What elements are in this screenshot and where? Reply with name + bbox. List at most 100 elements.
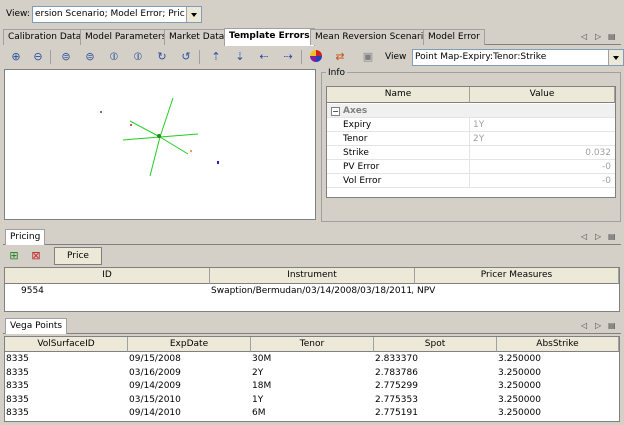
vega-points-table: VolSurfaceID ExpDate Tenor Spot AbsStrik… (4, 336, 620, 422)
vega-col-expdate[interactable]: ExpDate (128, 337, 251, 352)
tab-mean-reversion-scenario[interactable]: Mean Reversion Scenario (310, 29, 434, 45)
vega-col-tenor[interactable]: Tenor (251, 337, 374, 352)
cell-volsurfaceid: 8335 (6, 395, 29, 405)
move-right-icon[interactable]: ⇢ (280, 49, 296, 65)
cell-spot: 2.783786 (375, 368, 418, 378)
zoom-out-icon[interactable]: ⊖ (30, 49, 46, 65)
pricing-col-instrument[interactable]: Instrument (210, 268, 415, 284)
group-label: Axes (343, 106, 368, 116)
view-bar: View: ersion Scenario; Model Error; Pric… (0, 0, 624, 28)
origin-point (157, 134, 161, 138)
toolbar-separator (50, 50, 51, 64)
cell-tenor: 1Y (252, 395, 264, 405)
move-up-icon[interactable]: ⇡ (208, 49, 224, 65)
tab-model-parameters[interactable]: Model Parameters (80, 29, 172, 45)
tab-market-data[interactable]: Market Data (164, 29, 230, 45)
cell-volsurfaceid: 8335 (6, 354, 29, 364)
vega-col-spot[interactable]: Spot (374, 337, 497, 352)
info-value: -0 (602, 176, 611, 186)
cell-tenor: 30M (252, 354, 272, 364)
chevron-down-icon[interactable] (186, 7, 201, 22)
cell-absstrike: 3.250000 (498, 395, 541, 405)
table-row[interactable]: 8335 03/16/2009 2Y 2.783786 3.250000 (5, 367, 619, 380)
collapse-icon[interactable]: − (331, 107, 340, 116)
cell-tenor: 18M (252, 381, 272, 391)
info-row-strike[interactable]: Strike 0.032 (327, 146, 615, 160)
point-map-plot[interactable] (4, 69, 316, 220)
vega-col-absstrike[interactable]: AbsStrike (497, 337, 619, 352)
table-row[interactable]: 9554 Swaption/Bermudan/03/14/2008/03/18/… (5, 285, 619, 298)
cell-spot: 2.833370 (375, 354, 418, 364)
info-name: PV Error (343, 162, 380, 172)
tab-label: Mean Reversion Scenario (315, 32, 429, 42)
tab-model-error[interactable]: Model Error (423, 29, 485, 45)
cell-spot: 2.775299 (375, 381, 418, 391)
table-row[interactable]: 8335 09/14/2010 6M 2.775191 3.250000 (5, 407, 619, 420)
plot-view-label: View (385, 52, 407, 62)
tab-template-errors[interactable]: Template Errors (224, 28, 315, 46)
add-row-icon[interactable]: ⊞ (6, 248, 22, 264)
pricing-instrument: Swaption/Bermudan/03/14/2008/03/18/2011/… (211, 286, 413, 296)
swap-icon[interactable]: ⇄ (332, 49, 348, 65)
scroll-left-icon[interactable]: ◁ (581, 32, 587, 41)
tab-label: Calibration Data (8, 32, 82, 42)
scroll-left-icon[interactable]: ◁ (581, 321, 587, 330)
pricing-tab-strip: Pricing ◁ ▷ ▤ (3, 229, 621, 245)
table-row[interactable]: 8335 09/14/2009 18M 2.775299 3.250000 (5, 380, 619, 393)
color-palette-icon[interactable] (308, 49, 324, 65)
scroll-right-icon[interactable]: ▷ (595, 232, 601, 241)
tab-vega-points[interactable]: Vega Points (5, 318, 68, 334)
info-value: -0 (602, 162, 611, 172)
pricing-col-id[interactable]: ID (5, 268, 210, 284)
info-value: 2Y (473, 134, 485, 144)
data-point (190, 150, 192, 152)
move-down-icon[interactable]: ⇣ (232, 49, 248, 65)
vega-col-volsurfaceid[interactable]: VolSurfaceID (5, 337, 128, 352)
rotate-y-right-icon[interactable]: ⦶ (130, 49, 146, 65)
delete-row-icon[interactable]: ⊠ (28, 248, 44, 264)
rotate-cw-icon[interactable]: ↻ (154, 49, 170, 65)
cell-absstrike: 3.250000 (498, 368, 541, 378)
info-name: Expiry (343, 120, 372, 130)
tab-calibration-data[interactable]: Calibration Data (3, 29, 87, 45)
info-row-tenor[interactable]: Tenor 2Y (327, 132, 615, 146)
info-row-expiry[interactable]: Expiry 1Y (327, 118, 615, 132)
scroll-left-icon[interactable]: ◁ (581, 232, 587, 241)
info-col-value[interactable]: Value (470, 87, 615, 103)
chevron-down-icon[interactable] (608, 50, 623, 65)
axis-line (159, 97, 174, 138)
tab-list-icon[interactable]: ▤ (608, 32, 616, 41)
info-col-name[interactable]: Name (327, 87, 470, 103)
tab-label: Model Parameters (85, 32, 167, 42)
table-row[interactable]: 8335 03/15/2010 1Y 2.775353 3.250000 (5, 394, 619, 407)
move-left-icon[interactable]: ⇠ (256, 49, 272, 65)
price-button[interactable]: Price (54, 247, 102, 265)
info-group-axes[interactable]: − Axes (327, 104, 615, 118)
pricing-col-measures[interactable]: Pricer Measures (415, 268, 619, 284)
cell-absstrike: 3.250000 (498, 408, 541, 418)
info-row-pv-error[interactable]: PV Error -0 (327, 160, 615, 174)
zoom-in-icon[interactable]: ⊕ (8, 49, 24, 65)
tab-list-icon[interactable]: ▤ (608, 321, 616, 330)
tab-label: Vega Points (10, 321, 63, 331)
scroll-right-icon[interactable]: ▷ (595, 32, 601, 41)
rotate-y-left-icon[interactable]: ⦶ (106, 49, 122, 65)
table-row[interactable]: 8335 09/15/2008 30M 2.833370 3.250000 (5, 353, 619, 366)
cell-expdate: 03/16/2009 (129, 368, 181, 378)
toolbar-separator (199, 50, 200, 64)
scroll-right-icon[interactable]: ▷ (595, 321, 601, 330)
pricing-measures: NPV (417, 286, 436, 296)
chart-toolbar: ⊕ ⊖ ⊜ ⊜ ⦶ ⦶ ↻ ↺ ⇡ ⇣ ⇠ ⇢ ⇄ ▣ View Point M… (4, 47, 624, 68)
cell-expdate: 03/15/2010 (129, 395, 181, 405)
rotate-x-up-icon[interactable]: ⊜ (58, 49, 74, 65)
info-value: 0.032 (585, 148, 611, 158)
rotate-x-down-icon[interactable]: ⊜ (82, 49, 98, 65)
camera-icon[interactable]: ▣ (360, 49, 376, 65)
rotate-ccw-icon[interactable]: ↺ (178, 49, 194, 65)
plot-view-select-value: Point Map-Expiry:Tenor:Strike (415, 52, 547, 62)
tab-list-icon[interactable]: ▤ (608, 232, 616, 241)
plot-view-select[interactable]: Point Map-Expiry:Tenor:Strike (412, 49, 624, 66)
view-select[interactable]: ersion Scenario; Model Error; Pricing (32, 6, 202, 23)
info-row-vol-error[interactable]: Vol Error -0 (327, 174, 615, 188)
tab-pricing[interactable]: Pricing (5, 229, 46, 245)
